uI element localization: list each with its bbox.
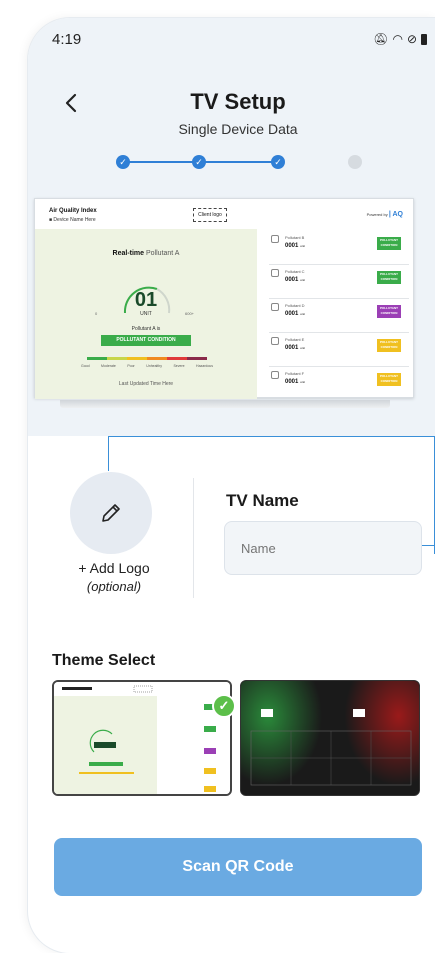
mute-icon: 🔕︎ (373, 32, 389, 46)
theme-dark-preview (241, 681, 419, 795)
realtime-value: 01 (134, 289, 158, 311)
theme-light-preview (54, 682, 230, 794)
tv-preview-main: Real-time Pollutant A 01 UNIT 0 600+ Pol… (35, 229, 257, 399)
pollutant-item: Pollutant B 0001 unit POLLUTANT CONDITION (269, 231, 409, 265)
wifi-icon: ◠ (392, 32, 403, 46)
pollutant-icon (271, 371, 279, 379)
realtime-unit: UNIT (140, 311, 152, 317)
last-updated: Last Updated Time Here (118, 381, 174, 387)
condition-label: Pollutant A is (131, 326, 161, 332)
pollutant-icon (271, 269, 279, 277)
page-subtitle: Single Device Data (178, 121, 298, 137)
step-2-complete: ✓ (192, 155, 206, 169)
client-logo-placeholder: Client logo (193, 208, 227, 222)
theme-select-label: Theme Select (52, 652, 156, 669)
optional-label: (optional) (86, 579, 142, 594)
pollutant-item: Pollutant F 0001 unit POLLUTANT CONDITION (269, 367, 409, 401)
aqi-scale-labels: Good Moderate Poor Unhealthy Severe Hazardous (81, 364, 213, 368)
pollutant-icon (271, 303, 279, 311)
add-logo-button[interactable] (70, 472, 152, 554)
divider (193, 478, 194, 598)
progress-stepper: ✓ ✓ ✓ (116, 152, 366, 172)
gauge-min: 0 (95, 311, 98, 316)
status-time: 4:19 (52, 31, 82, 48)
aqi-scale (87, 357, 207, 360)
tv-preview: Air Quality Index ■ Device Name Here Cli… (34, 198, 415, 399)
status-icons: 🔕︎ ◠ ⊘ (373, 32, 427, 46)
pencil-icon (102, 504, 120, 522)
step-4-pending (348, 155, 362, 169)
tv-name-input[interactable] (224, 521, 422, 575)
condition-badge: POLLUTANT CONDITION (101, 335, 191, 346)
theme-option-light[interactable] (52, 680, 232, 796)
pollutant-item: Pollutant E 0001 unit POLLUTANT CONDITION (269, 333, 409, 367)
pollutant-item: Pollutant C 0001 unit POLLUTANT CONDITION (269, 265, 409, 299)
realtime-label: Real-time Pollutant A (112, 250, 180, 257)
page-title: TV Setup (190, 89, 286, 114)
pollutant-list: Pollutant B 0001 unit POLLUTANT CONDITION … (257, 229, 415, 399)
dnd-icon: ⊘ (406, 32, 417, 46)
battery-icon (421, 33, 427, 45)
connector-line (108, 436, 109, 471)
pollutant-icon (271, 235, 279, 243)
tv-preview-device: ■ Device Name Here (49, 217, 96, 223)
tv-name-label: TV Name (226, 491, 299, 510)
phone-screen: 4:19 🔕︎ ◠ ⊘ TV Setup Single Device Data … (28, 18, 435, 953)
theme-option-dark[interactable] (240, 680, 420, 796)
step-3-complete: ✓ (271, 155, 285, 169)
tv-preview-title: Air Quality Index (49, 208, 97, 214)
header-area: 4:19 🔕︎ ◠ ⊘ TV Setup Single Device Data … (28, 18, 435, 436)
scan-qr-button[interactable]: Scan QR Code (54, 838, 422, 896)
connector-line (108, 436, 435, 437)
gauge-max: 600+ (185, 311, 195, 316)
tv-stand (60, 400, 390, 408)
pollutant-item: Pollutant D 0001 unit POLLUTANT CONDITION (269, 299, 409, 333)
tv-preview-header: Air Quality Index ■ Device Name Here Cli… (35, 199, 413, 229)
selected-check-icon: ✓ (212, 694, 236, 718)
pollutant-icon (271, 337, 279, 345)
powered-by: Powered by | AQ (366, 211, 403, 218)
step-1-complete: ✓ (116, 155, 130, 169)
add-logo-label: + Add Logo (78, 560, 150, 576)
